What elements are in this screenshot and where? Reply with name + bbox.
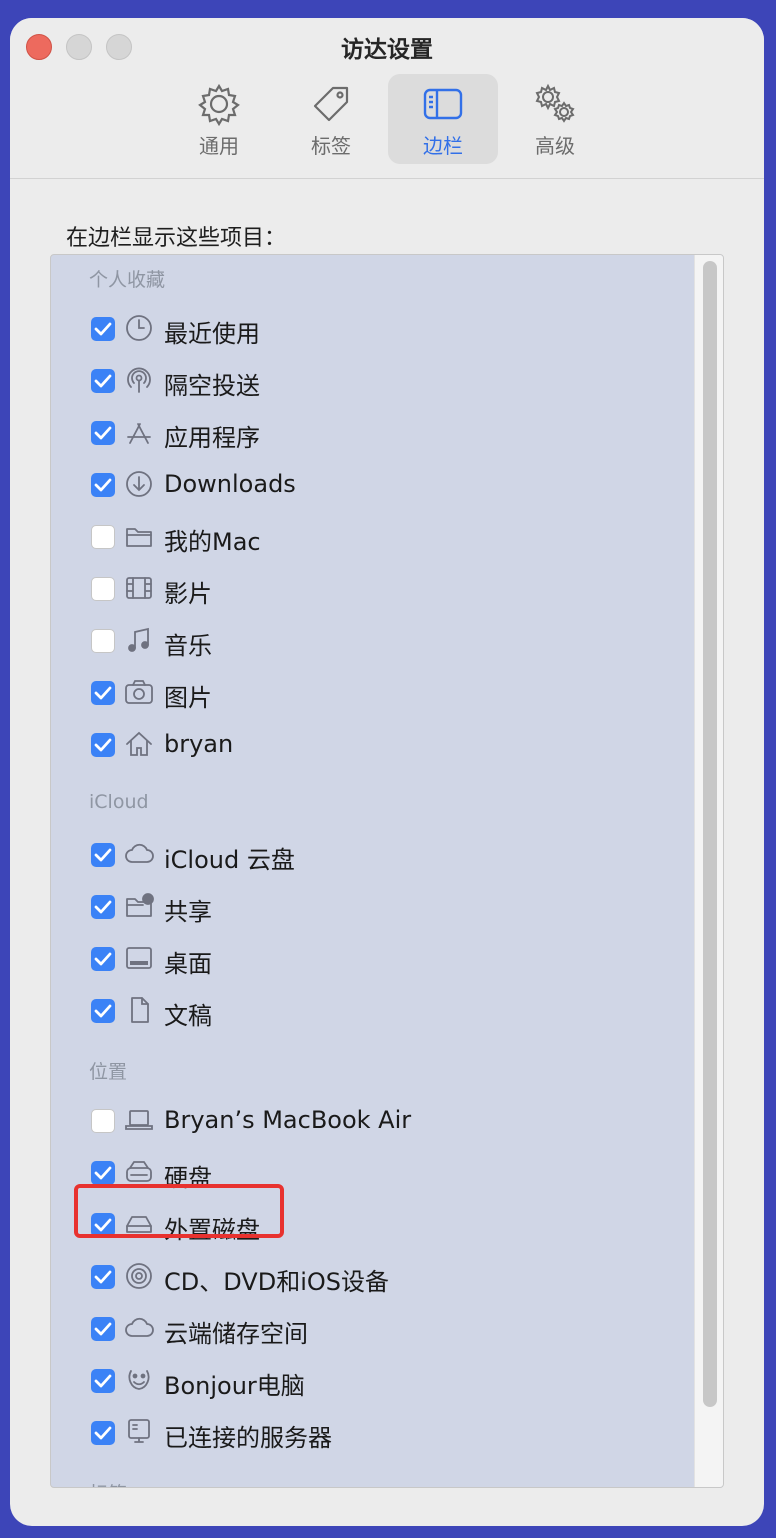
section-label: 标签 [89,1479,127,1487]
sidebar-option-checkbox[interactable] [91,577,115,601]
sidebar-option-row[interactable]: 影片 [91,569,691,609]
sidebar-option-row[interactable]: 共享 [91,887,691,927]
laptop-icon [125,1110,153,1130]
sidebar-option-checkbox[interactable] [91,317,115,341]
sidebar-option-checkbox[interactable] [91,525,115,549]
airdrop-icon [127,367,151,393]
sidebar-option-row[interactable]: 最近使用 [91,309,691,349]
tab-sidebar[interactable]: 边栏 [388,74,498,164]
folder-icon [126,528,152,547]
tab-general[interactable]: 通用 [164,74,274,164]
document-icon [131,997,149,1023]
bonjour-icon [128,1370,150,1390]
gears-icon [535,83,575,123]
clock-icon [126,315,152,341]
sidebar-option-label: Bonjour电脑 [164,1372,305,1400]
tab-advanced[interactable]: 高级 [500,74,610,164]
section-label: 个人收藏 [89,269,166,291]
sidebar-option-row[interactable]: Downloads [91,465,691,505]
sidebar-option-checkbox[interactable] [91,629,115,653]
sidebar-option-checkbox[interactable] [91,421,115,445]
sidebar-option-label: Downloads [164,470,296,498]
gear-icon [198,83,240,126]
tab-label: 标签 [311,134,351,158]
sidebar-option-checkbox[interactable] [91,733,115,757]
sidebar-option-label: 共享 [164,898,212,926]
camera-icon [125,680,153,704]
sidebar-icon [423,88,463,120]
toolbar: 访达设置 通用 标签 边栏 高级 [10,18,764,179]
film-icon [126,577,152,599]
sidebar-option-checkbox[interactable] [91,473,115,497]
sidebar-items-list[interactable]: 个人收藏最近使用隔空投送应用程序 Downloads 我的Mac 影片音乐图片 brya… [50,254,724,1488]
sidebar-option-label: 最近使用 [164,320,260,348]
scrollbar-thumb[interactable] [703,261,717,1407]
desktop-icon [126,947,152,969]
sidebar-option-row[interactable]: Bonjour电脑 [91,1361,691,1401]
sidebar-option-checkbox[interactable] [91,1265,115,1289]
sidebar-option-label: 应用程序 [164,424,260,452]
sidebar-option-label: 图片 [164,684,212,712]
download-icon [126,471,152,497]
cloud-icon [125,1317,154,1337]
sidebar-option-label: 影片 [164,580,212,608]
sidebar-option-label: 文稿 [164,1002,212,1030]
tag-icon [313,86,349,122]
sidebar-option-checkbox[interactable] [91,1421,115,1445]
disc-icon [126,1263,152,1289]
sidebar-option-row[interactable]: 音乐 [91,621,691,661]
tab-label: 通用 [199,134,239,158]
sidebar-option-label: 已连接的服务器 [164,1424,332,1452]
tab-tags[interactable]: 标签 [276,74,386,164]
apps-icon [127,423,151,444]
sidebar-option-row[interactable]: Bryan’s MacBook Air [91,1101,691,1141]
sidebar-option-row[interactable]: 隔空投送 [91,361,691,401]
sidebar-option-checkbox[interactable] [91,1369,115,1393]
sidebar-option-row[interactable]: bryan [91,725,691,765]
sidebar-option-label: 云端储存空间 [164,1320,308,1348]
sidebar-option-label: 我的Mac [164,528,261,556]
cloud-icon [125,843,154,863]
server-icon [128,1419,150,1443]
home-icon [126,731,152,756]
sidebar-option-checkbox[interactable] [91,843,115,867]
window-title: 访达设置 [341,37,433,63]
sidebar-option-checkbox[interactable] [91,999,115,1023]
sidebar-option-row[interactable]: 已连接的服务器 [91,1413,691,1453]
sidebar-option-label: Bryan’s MacBook Air [164,1106,412,1134]
sidebar-option-row[interactable]: 文稿 [91,991,691,1031]
tab-label: 边栏 [423,134,463,158]
music-icon [128,627,149,652]
sidebar-option-checkbox[interactable] [91,681,115,705]
scrollbar[interactable] [694,255,723,1487]
sidebar-option-checkbox[interactable] [91,1317,115,1341]
sidebar-option-row[interactable]: 应用程序 [91,413,691,453]
sidebar-items-heading: 在边栏显示这些项目： [66,226,287,251]
sidebar-option-row[interactable]: 云端储存空间 [91,1309,691,1349]
section-label: iCloud [89,791,149,813]
sidebar-option-row[interactable]: 我的Mac [91,517,691,557]
sidebar-option-checkbox[interactable] [91,1109,115,1133]
finder-settings-window: 访达设置 通用 标签 边栏 高级 在边栏显示这些项目： 个人收藏 最近使用 隔空… [10,18,764,1526]
sidebar-option-label: CD、DVD和iOS设备 [164,1268,389,1296]
sidebar-option-label: iCloud 云盘 [164,846,295,874]
highlight-box [74,1184,284,1238]
section-label: 位置 [89,1061,128,1083]
sidebar-option-checkbox[interactable] [91,895,115,919]
shared-folder-icon [126,893,154,917]
sidebar-option-checkbox[interactable] [91,1161,115,1185]
sidebar-option-row[interactable]: CD、DVD和iOS设备 [91,1257,691,1297]
sidebar-option-label: bryan [164,730,234,758]
sidebar-option-row[interactable]: 桌面 [91,939,691,979]
sidebar-option-label: 隔空投送 [164,372,260,400]
sidebar-option-label: 桌面 [164,950,212,978]
sidebar-option-row[interactable]: iCloud 云盘 [91,835,691,875]
sidebar-option-row[interactable]: 图片 [91,673,691,713]
sidebar-option-checkbox[interactable] [91,947,115,971]
sidebar-option-label: 音乐 [164,632,212,660]
sidebar-option-checkbox[interactable] [91,369,115,393]
tab-label: 高级 [535,134,575,158]
